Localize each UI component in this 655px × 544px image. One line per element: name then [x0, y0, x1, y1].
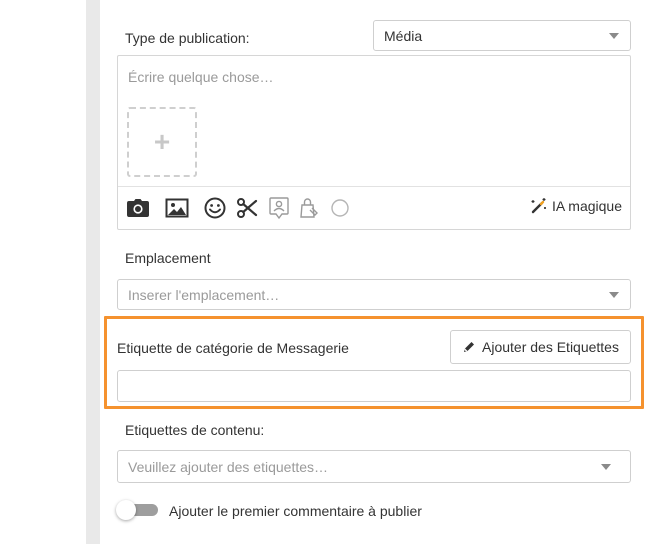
chevron-down-icon	[609, 32, 619, 39]
camera-icon[interactable]	[125, 195, 151, 221]
ai-magic-label: IA magique	[551, 198, 622, 214]
pencil-icon	[464, 342, 474, 352]
content-tags-label: Etiquettes de contenu:	[125, 422, 265, 438]
editor-toolbar: IA magique	[118, 186, 630, 230]
location-select[interactable]: Inserer l'emplacement…	[117, 279, 631, 310]
sidebar-scroll-divider	[86, 0, 100, 544]
chevron-down-icon	[601, 463, 611, 470]
left-panel	[0, 0, 86, 544]
add-tags-label: Ajouter des Etiquettes	[482, 339, 619, 355]
first-comment-toggle[interactable]	[116, 500, 158, 520]
circle-icon[interactable]	[327, 195, 353, 221]
add-media-button[interactable]: +	[127, 107, 197, 177]
location-placeholder: Inserer l'emplacement…	[128, 286, 280, 303]
messaging-category-input[interactable]	[117, 370, 631, 402]
post-editor[interactable]: Écrire quelque chose… + IA magique	[117, 55, 631, 230]
image-icon[interactable]	[164, 195, 190, 221]
ai-magic-button[interactable]: IA magique	[530, 197, 622, 215]
editor-placeholder: Écrire quelque chose…	[128, 69, 274, 85]
scissors-icon[interactable]	[234, 195, 260, 221]
user-badge-icon[interactable]	[266, 195, 292, 221]
add-tags-button[interactable]: Ajouter des Etiquettes	[450, 330, 631, 364]
content-tags-select[interactable]: Veuillez ajouter des etiquettes…	[117, 450, 631, 483]
messaging-category-label: Etiquette de catégorie de Messagerie	[117, 340, 349, 356]
chevron-down-icon	[609, 291, 619, 298]
publication-type-label: Type de publication:	[125, 30, 250, 46]
magic-wand-icon	[531, 198, 546, 214]
location-label: Emplacement	[125, 250, 211, 266]
bag-icon[interactable]	[297, 195, 323, 221]
content-tags-placeholder: Veuillez ajouter des etiquettes…	[128, 458, 329, 475]
publication-type-value: Média	[384, 27, 423, 44]
plus-icon: +	[153, 126, 171, 157]
smiley-icon[interactable]	[202, 195, 228, 221]
publication-type-select[interactable]: Média	[373, 20, 631, 51]
first-comment-label: Ajouter le premier commentaire à publier	[169, 503, 422, 519]
